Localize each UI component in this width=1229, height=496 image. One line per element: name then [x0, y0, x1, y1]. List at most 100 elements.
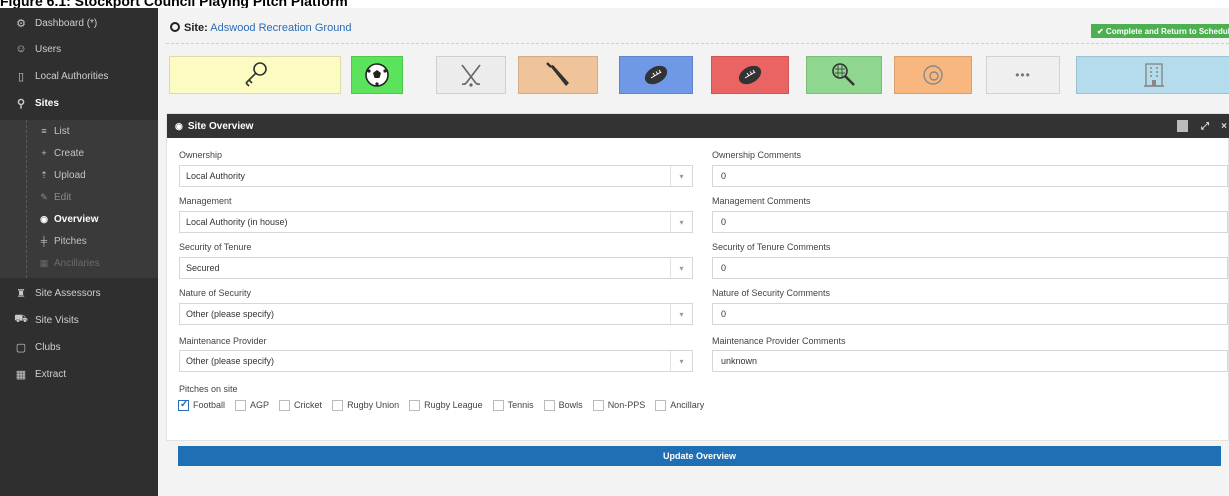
- tile-key[interactable]: [169, 56, 341, 94]
- sidebar-item-site-assessors[interactable]: ♜ Site Assessors: [0, 280, 158, 306]
- management-comments-input[interactable]: 0: [712, 211, 1228, 233]
- checkbox-label: Non-PPS: [607, 400, 646, 410]
- nature-security-select[interactable]: Other (please specify) ▾: [179, 303, 693, 325]
- tile-bowls[interactable]: [894, 56, 972, 94]
- checkbox-box[interactable]: [492, 399, 504, 411]
- checkbox-box[interactable]: [235, 399, 247, 411]
- checkbox-box[interactable]: [409, 399, 421, 411]
- tile-cricket[interactable]: [518, 56, 598, 94]
- tile-rugby-league[interactable]: [711, 56, 789, 94]
- checkbox-ancillary[interactable]: Ancillary: [655, 399, 705, 411]
- ownership-comments-label: Ownership Comments: [712, 150, 802, 160]
- building-icon: [1143, 63, 1164, 87]
- cricket-icon: [546, 62, 569, 86]
- tile-more[interactable]: •••: [986, 56, 1060, 94]
- nature-security-comments-input[interactable]: 0: [712, 303, 1228, 325]
- sidebar-item-site-visits[interactable]: ⛟ Site Visits: [0, 307, 158, 333]
- tile-tennis[interactable]: [806, 56, 882, 94]
- submenu-item-list[interactable]: ≡ List: [0, 120, 158, 142]
- checkbox-box[interactable]: [279, 399, 291, 411]
- figure-caption: Figure 6.1: Stockport Council Playing Pi…: [0, 0, 348, 9]
- checkbox-label: AGP: [250, 400, 270, 410]
- checkbox-box[interactable]: [655, 399, 667, 411]
- submenu-item-label: Overview: [54, 213, 99, 225]
- ownership-label: Ownership: [179, 150, 223, 160]
- close-icon[interactable]: ×: [1219, 120, 1229, 132]
- security-tenure-comments-input[interactable]: 0: [712, 257, 1228, 279]
- checkbox-label: Football: [193, 400, 226, 410]
- checkbox-box[interactable]: [332, 399, 344, 411]
- tile-ancillary[interactable]: [1076, 56, 1229, 94]
- update-overview-button[interactable]: Update Overview: [178, 446, 1221, 466]
- security-tenure-comments-label: Security of Tenure Comments: [712, 242, 831, 252]
- ownership-comments-input[interactable]: 0: [712, 165, 1228, 187]
- upload-icon: ⇡: [40, 169, 48, 180]
- sidebar-item-label: Clubs: [35, 341, 61, 353]
- site-prefix: Site:: [184, 22, 208, 34]
- main-content: Site: Adswood Recreation Ground ✔ Comple…: [158, 8, 1229, 496]
- chevron-down-icon: ▾: [670, 166, 692, 186]
- chevron-down-icon: ▾: [670, 258, 692, 278]
- sidebar-item-label: Site Visits: [35, 314, 79, 326]
- sidebar-item-clubs[interactable]: ▢ Clubs: [0, 334, 158, 360]
- bowls-icon: [923, 65, 943, 85]
- ownership-select[interactable]: Local Authority ▾: [179, 165, 693, 187]
- checkbox-label: Rugby League: [424, 400, 483, 410]
- table-icon: ▦: [15, 368, 27, 381]
- security-tenure-select[interactable]: Secured ▾: [179, 257, 693, 279]
- expand-icon[interactable]: ⤢: [1199, 120, 1211, 132]
- sidebar-item-local-authorities[interactable]: ▯ Local Authorities: [0, 63, 158, 89]
- management-value: Local Authority (in house): [186, 217, 288, 227]
- submenu-item-label: Pitches: [54, 235, 87, 247]
- tile-football[interactable]: [351, 56, 403, 94]
- sidebar: ⚙ Dashboard (*) ☺ Users ▯ Local Authorit…: [0, 8, 158, 496]
- checkbox-label: Ancillary: [670, 400, 705, 410]
- sidebar-item-label: Local Authorities: [35, 70, 109, 82]
- maintenance-provider-comments-input[interactable]: unknown: [712, 350, 1228, 372]
- sidebar-item-extract[interactable]: ▦ Extract: [0, 361, 158, 387]
- site-overview-panel: ◉ Site Overview ⤢ × Ownership Local Auth…: [166, 113, 1229, 441]
- checkbox-label: Bowls: [558, 400, 583, 410]
- complete-return-button[interactable]: ✔ Complete and Return to Schedule: [1091, 24, 1229, 38]
- checkbox-bowls[interactable]: Bowls: [543, 399, 583, 411]
- nature-security-label: Nature of Security: [179, 288, 252, 298]
- tile-rugby-union[interactable]: [619, 56, 693, 94]
- checkbox-box[interactable]: [592, 399, 604, 411]
- submenu-item-label: Create: [54, 147, 85, 159]
- rugby-ball-icon: [738, 65, 762, 85]
- checkbox-rugby-league[interactable]: Rugby League: [409, 399, 483, 411]
- site-name-link[interactable]: Adswood Recreation Ground: [210, 22, 351, 34]
- maintenance-provider-select[interactable]: Other (please specify) ▾: [179, 350, 693, 372]
- checkbox-football[interactable]: Football: [178, 399, 226, 411]
- sidebar-item-users[interactable]: ☺ Users: [0, 36, 158, 62]
- checkbox-cricket[interactable]: Cricket: [279, 399, 322, 411]
- checkbox-non-pps[interactable]: Non-PPS: [592, 399, 646, 411]
- management-select[interactable]: Local Authority (in house) ▾: [179, 211, 693, 233]
- list-icon: ≡: [41, 126, 47, 136]
- tile-hockey[interactable]: [436, 56, 506, 94]
- checkbox-agp[interactable]: AGP: [235, 399, 270, 411]
- checkbox-rugby-union[interactable]: Rugby Union: [332, 399, 399, 411]
- sidebar-item-label: Sites: [35, 97, 59, 109]
- sidebar-item-dashboard[interactable]: ⚙ Dashboard (*): [0, 10, 158, 36]
- submenu-item-create[interactable]: + Create: [0, 142, 158, 164]
- submenu-item-overview[interactable]: ◉ Overview: [0, 208, 158, 230]
- checkbox-box[interactable]: [543, 399, 555, 411]
- checkbox-box[interactable]: [178, 399, 189, 411]
- maintenance-provider-label: Maintenance Provider: [179, 336, 267, 346]
- sidebar-item-label: Extract: [35, 368, 67, 380]
- building-icon: ▦: [39, 257, 49, 268]
- map-icon: ▯: [17, 70, 25, 83]
- submenu-item-upload[interactable]: ⇡ Upload: [0, 164, 158, 186]
- pitches-icon: ╪: [40, 236, 48, 246]
- sidebar-item-sites[interactable]: ⚲ Sites: [0, 90, 158, 116]
- collapse-toggle-icon[interactable]: [1177, 120, 1188, 132]
- site-title: Site: Adswood Recreation Ground: [170, 22, 352, 34]
- submenu-item-edit[interactable]: ✎ Edit: [0, 186, 158, 208]
- nature-security-comments-value: 0: [721, 309, 727, 319]
- key-icon: [245, 62, 267, 87]
- submenu-item-pitches[interactable]: ╪ Pitches: [0, 230, 158, 252]
- security-tenure-label: Security of Tenure: [179, 242, 252, 252]
- checkbox-tennis[interactable]: Tennis: [492, 399, 534, 411]
- sidebar-item-label: Users: [35, 43, 62, 55]
